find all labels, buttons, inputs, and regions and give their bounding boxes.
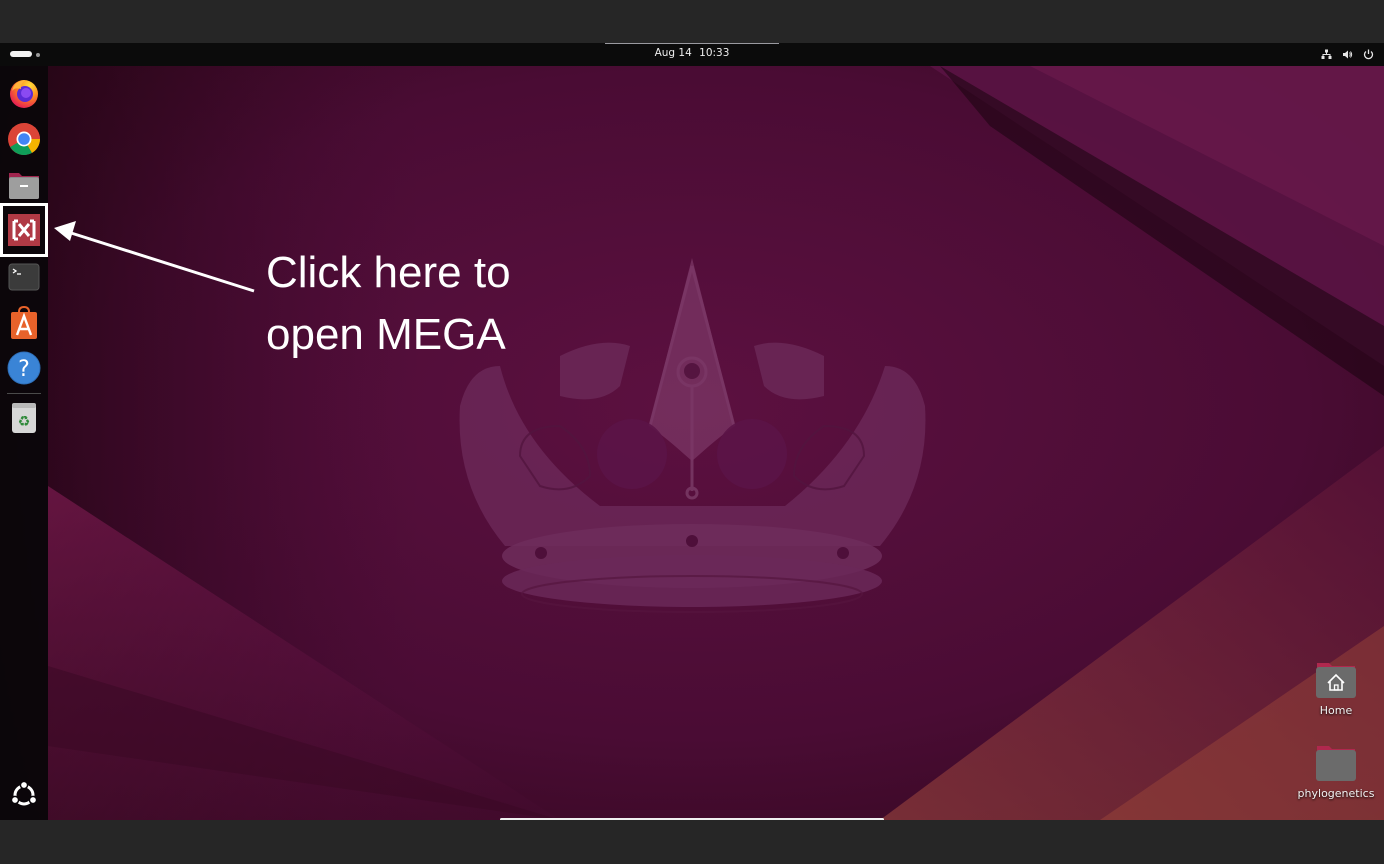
desktop-home[interactable]: Home [1296,661,1376,717]
mega-icon [8,214,40,246]
app-center-icon [11,306,37,339]
dock-firefox[interactable] [5,74,43,112]
network-icon[interactable] [1321,49,1332,60]
activities-indicator[interactable] [10,51,40,59]
date-time-clock[interactable]: Aug 14 10:33 [642,47,742,59]
top-frame-band [0,0,1384,43]
dock-show-apps[interactable] [5,776,43,814]
desktop-phylogenetics-label: phylogenetics [1297,787,1375,800]
desktop-phylogenetics[interactable]: phylogenetics [1296,744,1376,800]
terminal-icon [8,263,40,291]
power-icon[interactable] [1363,49,1374,60]
dock: ? ♻ [0,66,48,820]
wallpaper-art [0,66,1384,820]
firefox-icon [10,80,38,108]
system-tray[interactable] [1321,47,1374,62]
annotation-callout: Click here to open MEGA [266,242,511,366]
ubuntu-show-apps-icon [10,780,38,806]
clock-time: 10:33 [699,47,730,59]
screenshot-frame: Aug 14 10:33 ? ♻ Click here to open MEGA… [0,0,1384,864]
folder-icon [1315,744,1357,782]
clock-date: Aug 14 [654,47,692,59]
help-icon: ? [7,351,41,385]
volume-icon[interactable] [1342,49,1353,60]
top-panel: Aug 14 10:33 [0,43,1384,66]
annotation-line-2: open MEGA [266,310,506,359]
dock-trash[interactable]: ♻ [5,398,43,436]
home-folder-icon [1315,661,1357,699]
wallpaper [0,66,1384,820]
dock-app-center[interactable] [5,304,43,342]
dock-mega[interactable] [5,211,43,249]
annotation-line-1: Click here to [266,248,511,297]
workspace-dot [36,52,40,57]
dock-separator [7,393,41,394]
dock-terminal[interactable] [5,258,43,296]
clock-underline [605,43,779,44]
files-icon [9,173,39,199]
svg-text:♻: ♻ [18,414,31,430]
dock-help[interactable]: ? [5,349,43,387]
svg-text:?: ? [18,357,30,382]
chrome-icon [8,123,41,156]
bottom-frame-band [0,820,1384,864]
dock-chrome[interactable] [5,120,43,158]
ubuntu-desktop: Aug 14 10:33 ? ♻ Click here to open MEGA… [0,43,1384,820]
dock-files[interactable] [5,166,43,204]
trash-icon: ♻ [12,403,36,433]
workspace-pill [10,51,32,57]
desktop-home-label: Home [1319,704,1353,717]
